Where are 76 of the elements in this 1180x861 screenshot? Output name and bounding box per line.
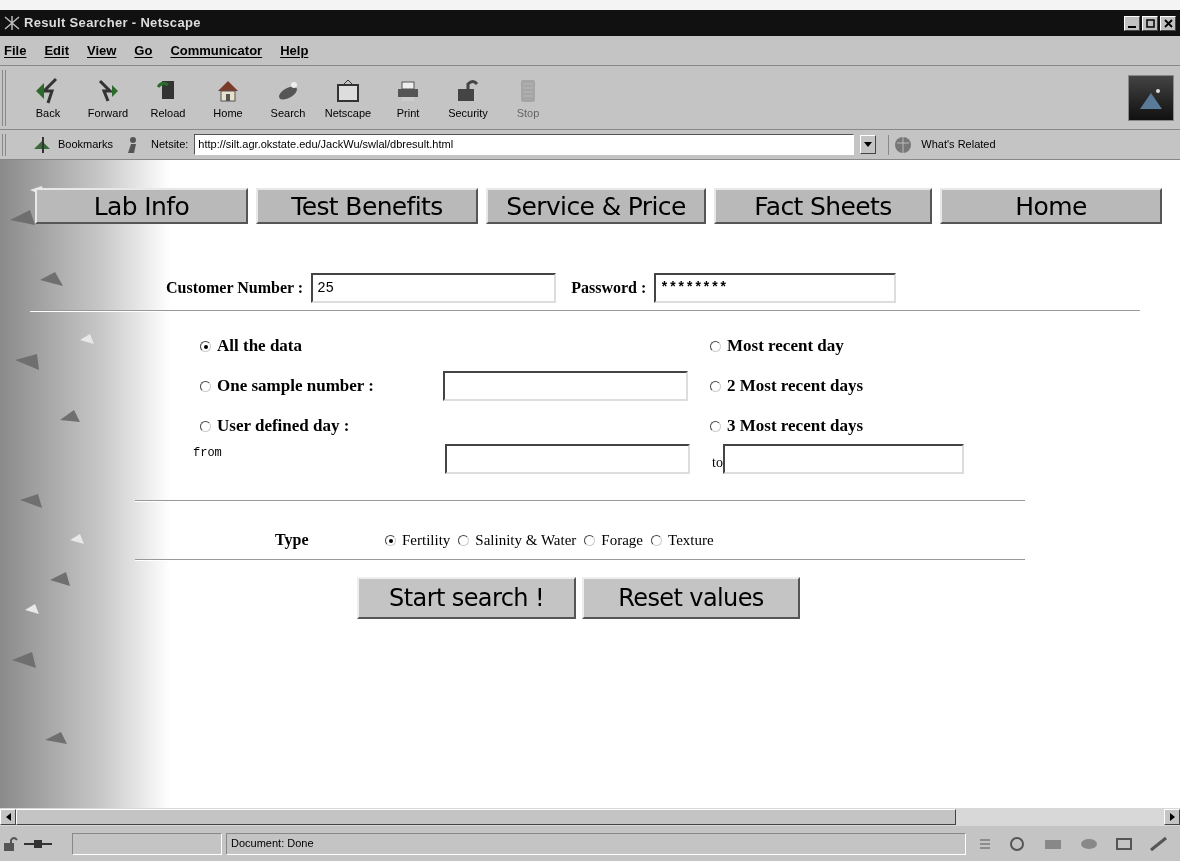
radio-button[interactable] (710, 380, 721, 392)
radio-button[interactable] (200, 380, 211, 392)
radio-label: User defined day : (217, 415, 350, 438)
radio-label: Most recent day (727, 335, 844, 358)
toolbar-button[interactable]: Netscape (318, 69, 378, 126)
type-label: Type (275, 530, 310, 551)
radio-label: Fertility (402, 530, 451, 550)
password-field[interactable]: ******** (654, 273, 897, 303)
menu-item[interactable]: Help (280, 40, 309, 61)
toolbar-button[interactable]: Home (198, 69, 258, 126)
menu-item[interactable]: File (4, 40, 27, 61)
toolbar-button[interactable]: Forward (78, 69, 138, 126)
status-text: Document: Done (226, 832, 966, 855)
field-label: Password : (571, 278, 647, 298)
minimize-icon (1128, 26, 1136, 28)
close-button[interactable] (1160, 15, 1176, 31)
radio-label: One sample number : (217, 375, 374, 398)
input-field[interactable] (722, 444, 964, 474)
url-field[interactable]: http://silt.agr.okstate.edu/JackWu/swlal/dbresult.html (194, 134, 855, 155)
radio-label: Forage (601, 530, 643, 550)
location-label: Netsite: (151, 137, 189, 153)
field-label: from (193, 445, 223, 462)
radio-label: All the data (217, 335, 302, 358)
toolbar-grip[interactable] (2, 69, 6, 126)
window-title: Result Searcher - Netscape (24, 14, 201, 33)
input-field[interactable] (443, 371, 688, 401)
form-button[interactable]: Start search ! (357, 577, 576, 619)
nav-button[interactable]: Fact Sheets (714, 188, 932, 224)
toolbar-button[interactable]: Search (258, 69, 318, 126)
padlock-icon[interactable] (2, 835, 20, 852)
field-label: to (712, 454, 723, 472)
nav-button[interactable]: Lab Info (35, 188, 248, 224)
maximize-button[interactable] (1142, 15, 1158, 31)
radio-label: Texture (668, 530, 714, 550)
menu-item[interactable]: Communicator (170, 40, 263, 61)
nav-button[interactable]: Service & Price (486, 188, 706, 224)
browser-logo[interactable] (1128, 74, 1174, 121)
nav-button[interactable]: Home (940, 188, 1162, 224)
menu-item[interactable]: Go (134, 40, 153, 61)
menu-item[interactable]: Edit (44, 40, 69, 61)
radio-button[interactable] (200, 340, 211, 352)
radio-button[interactable] (710, 340, 721, 352)
radio-button[interactable] (458, 534, 470, 546)
radio-button[interactable] (200, 420, 211, 432)
caret-icon (864, 142, 873, 147)
whats-related-button[interactable]: What's Related (888, 134, 996, 155)
radio-button[interactable] (385, 534, 396, 546)
minimize-button[interactable] (1124, 15, 1140, 31)
radio-button[interactable] (584, 534, 596, 546)
radio-label: Salinity & Water (475, 530, 577, 550)
input-field[interactable] (445, 444, 690, 474)
nav-button[interactable]: Test Benefits (256, 188, 478, 224)
bookmarks-button[interactable]: Bookmarks (32, 134, 114, 155)
toolbar-button[interactable]: Reload (138, 69, 198, 126)
toolbar-button[interactable]: Security (438, 69, 498, 126)
input-field[interactable]: 25 (311, 273, 557, 303)
radio-button[interactable] (710, 420, 721, 432)
maximize-icon (1143, 16, 1157, 30)
menu-item[interactable]: View (86, 40, 117, 61)
scroll-left-button[interactable] (0, 809, 16, 825)
radio-button[interactable] (651, 534, 662, 546)
toolbar-button[interactable]: Back (18, 69, 78, 126)
close-icon (1161, 16, 1175, 30)
horizontal-scrollbar[interactable] (0, 808, 1180, 826)
radio-label: 3 Most recent days (727, 415, 864, 438)
field-label: Customer Number : (166, 278, 304, 298)
app-icon (4, 16, 20, 30)
scroll-thumb[interactable] (16, 809, 956, 825)
plug-icon (24, 837, 52, 850)
scroll-right-button[interactable] (1164, 809, 1180, 825)
form-button[interactable]: Reset values (582, 577, 800, 619)
radio-label: 2 Most recent days (727, 375, 864, 398)
toolbar-button[interactable]: Print (378, 69, 438, 126)
left-arrow-icon (5, 813, 11, 821)
dropdown-button[interactable] (860, 135, 877, 154)
right-arrow-icon (1169, 813, 1175, 821)
